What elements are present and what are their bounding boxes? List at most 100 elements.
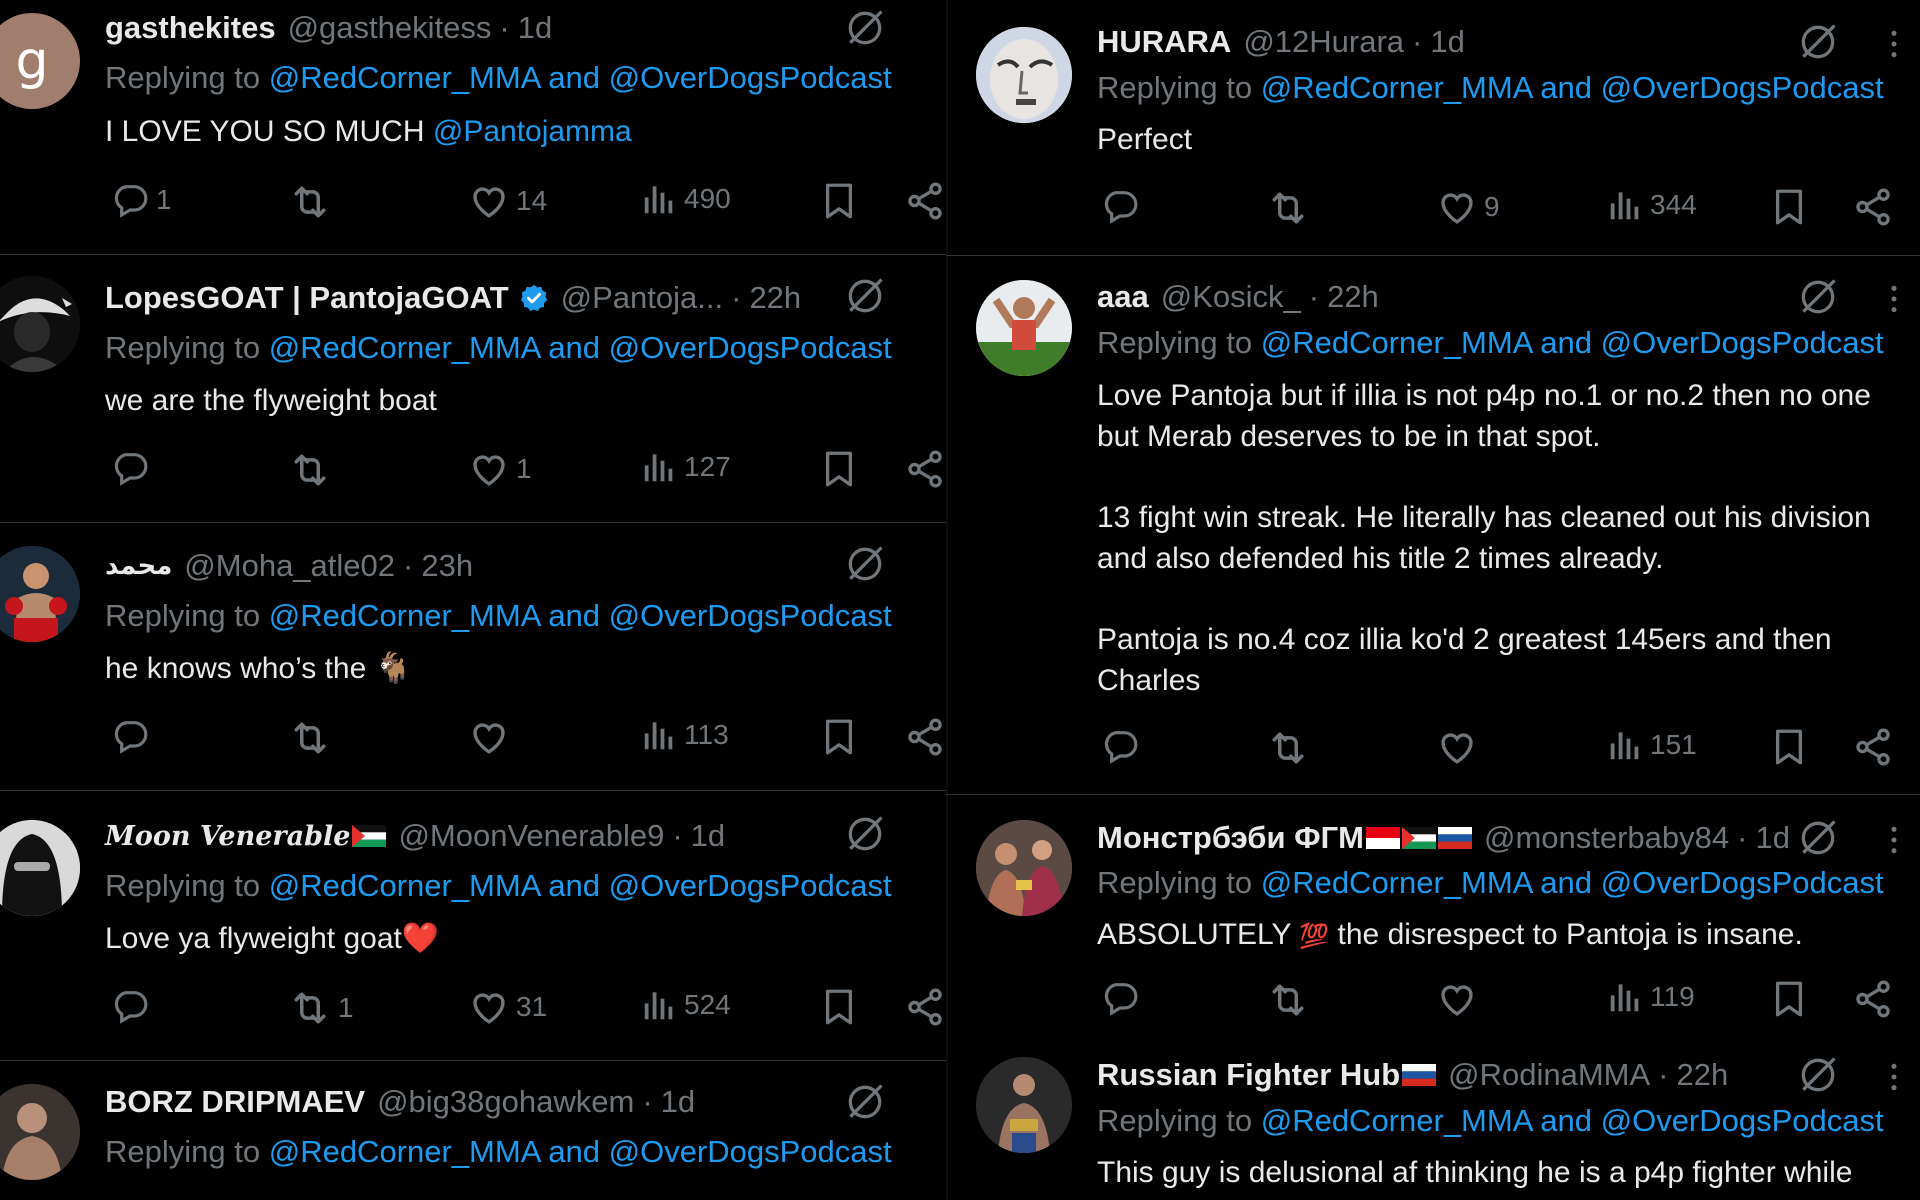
share-icon[interactable] [1852, 186, 1894, 228]
grok-icon[interactable] [1796, 816, 1840, 860]
views-button[interactable]: 490 [640, 180, 731, 218]
repost-button[interactable]: 1 [288, 986, 354, 1030]
grok-icon[interactable] [1796, 1053, 1840, 1097]
repost-button[interactable] [1266, 726, 1316, 770]
display-name[interactable]: Moon Venerable [105, 821, 350, 852]
share-icon[interactable] [904, 448, 946, 490]
reply-mentions[interactable]: @RedCorner_MMA and @OverDogsPodcast [269, 868, 892, 903]
share-icon[interactable] [904, 986, 946, 1028]
reply-mentions[interactable]: @RedCorner_MMA and @OverDogsPodcast [269, 60, 892, 95]
reply-button[interactable] [1100, 978, 1146, 1018]
timestamp[interactable]: 1d [1430, 24, 1464, 60]
tweet-item[interactable]: HURARA @12Hurara · 1d Replying to @RedCo… [946, 0, 1920, 256]
like-button[interactable] [468, 716, 516, 758]
display-name[interactable]: HURARA [1097, 24, 1231, 60]
share-icon[interactable] [1852, 726, 1894, 768]
handle[interactable]: @Moha_atle02 [184, 548, 395, 584]
bookmark-icon[interactable] [818, 180, 860, 222]
tweet-item[interactable]: Russian Fighter Hub @RodinaMMA · 22h Rep… [946, 1039, 1920, 1200]
bookmark-icon[interactable] [818, 986, 860, 1028]
avatar[interactable] [976, 820, 1072, 916]
reply-mentions[interactable]: @RedCorner_MMA and @OverDogsPodcast [269, 330, 892, 365]
avatar[interactable] [976, 280, 1072, 376]
timestamp[interactable]: 23h [421, 548, 473, 584]
avatar[interactable] [0, 1084, 80, 1180]
grok-icon[interactable] [843, 542, 887, 586]
avatar[interactable] [0, 546, 80, 642]
timestamp[interactable]: 1d [1755, 820, 1789, 856]
grok-icon[interactable] [843, 274, 887, 318]
reply-button[interactable] [110, 986, 156, 1026]
tweet-item[interactable]: aaa @Kosick_ · 22h Replying to @RedCorne… [946, 255, 1920, 795]
timestamp[interactable]: 1d [691, 818, 725, 854]
share-icon[interactable] [1852, 978, 1894, 1020]
avatar[interactable]: g [0, 13, 80, 109]
views-button[interactable]: 127 [640, 448, 731, 486]
repost-button[interactable] [288, 716, 338, 760]
timestamp[interactable]: 22h [1677, 1057, 1729, 1093]
grok-icon[interactable] [843, 812, 887, 856]
views-button[interactable]: 344 [1606, 186, 1697, 224]
timestamp[interactable]: 22h [1327, 279, 1379, 315]
handle[interactable]: @monsterbaby84 [1484, 820, 1729, 856]
reply-mentions[interactable]: @RedCorner_MMA and @OverDogsPodcast [1261, 1103, 1884, 1138]
timestamp[interactable]: 1d [661, 1084, 695, 1120]
display-name[interactable]: aaa [1097, 279, 1149, 315]
like-button[interactable]: 31 [468, 986, 547, 1028]
more-options-icon[interactable] [1878, 24, 1910, 64]
handle[interactable]: @12Hurara [1243, 24, 1404, 60]
like-button[interactable] [1436, 726, 1484, 768]
reply-mentions[interactable]: @RedCorner_MMA and @OverDogsPodcast [269, 598, 892, 633]
views-button[interactable]: 151 [1606, 726, 1697, 764]
like-button[interactable]: 1 [468, 448, 532, 490]
views-button[interactable]: 119 [1606, 978, 1695, 1016]
tweet-item[interactable]: Moon Venerable @MoonVenerable9 · 1d Repl… [0, 790, 946, 1061]
reply-mentions[interactable]: @RedCorner_MMA and @OverDogsPodcast [269, 1134, 892, 1169]
timestamp[interactable]: 1d [518, 10, 552, 46]
grok-icon[interactable] [843, 6, 887, 50]
handle[interactable]: @MoonVenerable9 [398, 818, 664, 854]
avatar[interactable] [0, 276, 80, 372]
repost-button[interactable] [288, 448, 338, 492]
bookmark-icon[interactable] [1768, 186, 1810, 228]
display-name[interactable]: Russian Fighter Hub [1097, 1057, 1400, 1093]
reply-button[interactable] [1100, 726, 1146, 766]
avatar[interactable] [976, 1057, 1072, 1153]
like-button[interactable]: 14 [468, 180, 547, 222]
mention-link[interactable]: @Pantojamma [433, 115, 632, 148]
handle[interactable]: @big38gohawkem [377, 1084, 634, 1120]
more-options-icon[interactable] [1878, 820, 1910, 860]
display-name[interactable]: BORZ DRIPMAEV [105, 1084, 365, 1120]
display-name[interactable]: محمد [105, 551, 172, 581]
reply-mentions[interactable]: @RedCorner_MMA and @OverDogsPodcast [1261, 70, 1884, 105]
reply-button[interactable] [1100, 186, 1146, 226]
bookmark-icon[interactable] [818, 716, 860, 758]
views-button[interactable]: 113 [640, 716, 729, 754]
tweet-item[interactable]: g gasthekites @gasthekitess · 1d Replyin… [0, 0, 946, 255]
handle[interactable]: @Kosick_ [1161, 279, 1301, 315]
grok-icon[interactable] [1796, 275, 1840, 319]
repost-button[interactable] [288, 180, 338, 224]
display-name[interactable]: gasthekites [105, 10, 276, 46]
bookmark-icon[interactable] [1768, 726, 1810, 768]
timestamp[interactable]: 22h [749, 280, 801, 316]
repost-button[interactable] [1266, 978, 1316, 1022]
reply-mentions[interactable]: @RedCorner_MMA and @OverDogsPodcast [1261, 865, 1884, 900]
more-options-icon[interactable] [1878, 1057, 1910, 1097]
bookmark-icon[interactable] [1768, 978, 1810, 1020]
more-options-icon[interactable] [1878, 279, 1910, 319]
display-name[interactable]: LopesGOAT | PantojaGOAT [105, 280, 509, 316]
share-icon[interactable] [904, 180, 946, 222]
like-button[interactable] [1436, 978, 1484, 1020]
tweet-item[interactable]: LopesGOAT | PantojaGOAT @Pantoja... · 22… [0, 254, 946, 523]
handle[interactable]: @gasthekitess [288, 10, 492, 46]
reply-mentions[interactable]: @RedCorner_MMA and @OverDogsPodcast [1261, 325, 1884, 360]
views-button[interactable]: 524 [640, 986, 731, 1024]
reply-button[interactable] [110, 716, 156, 756]
grok-icon[interactable] [843, 1080, 887, 1124]
tweet-item[interactable]: Монстрбэби ФГМ @monsterbaby84 · 1d Reply… [946, 794, 1920, 1039]
tweet-item[interactable]: محمد @Moha_atle02 · 23h Replying to @Red… [0, 522, 946, 791]
like-button[interactable]: 9 [1436, 186, 1500, 228]
reply-button[interactable] [110, 448, 156, 488]
handle[interactable]: @Pantoja... [561, 280, 723, 316]
